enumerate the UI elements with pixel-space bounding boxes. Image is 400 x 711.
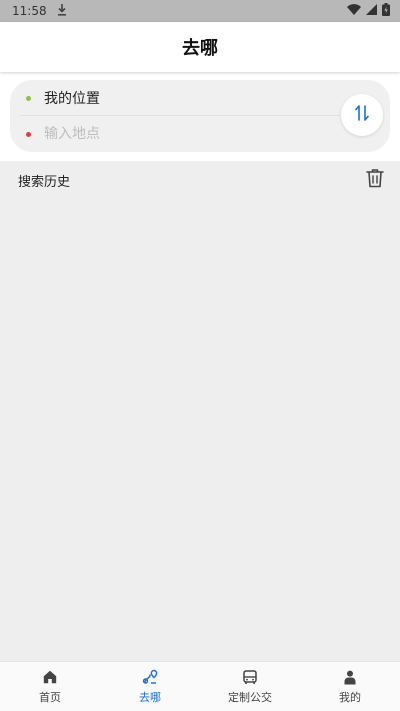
search-history-list [0,199,400,661]
app-header: 去哪 [0,22,400,72]
status-time: 11:58 [12,4,47,18]
destination-dot-icon [26,131,31,137]
status-left: 11:58 [12,3,67,19]
bottom-nav: 首页 去哪 定制公交 我的 [0,661,400,711]
start-dot-icon [26,95,31,101]
nav-item-route[interactable]: 去哪 [100,662,200,711]
nav-item-mine[interactable]: 我的 [300,662,400,711]
nav-label-mine: 我的 [339,691,361,704]
bus-icon [241,668,259,686]
from-location-text: 我的位置 [44,91,100,107]
person-icon [341,668,359,686]
search-history-title: 搜索历史 [18,174,71,190]
nav-item-custom-bus[interactable]: 定制公交 [200,662,300,711]
swap-button[interactable] [341,94,383,136]
route-box: 我的位置 [10,80,390,152]
status-right [347,3,390,19]
search-history-header: 搜索历史 [0,161,400,199]
swap-icon [354,104,370,126]
battery-icon [382,3,390,19]
to-location-row[interactable] [10,116,340,152]
destination-input[interactable] [44,126,304,142]
wifi-icon [347,4,361,18]
clear-history-button[interactable] [364,169,386,191]
home-icon [41,668,59,686]
route-icon [141,668,159,686]
trash-icon [366,168,384,192]
nav-label-home: 首页 [39,691,61,704]
nav-item-home[interactable]: 首页 [0,662,100,711]
nav-label-custom-bus: 定制公交 [228,691,272,704]
status-bar: 11:58 [0,0,400,22]
from-location-row[interactable]: 我的位置 [10,80,340,116]
page-title: 去哪 [182,38,218,59]
nav-label-route: 去哪 [139,691,161,704]
download-icon [57,3,67,19]
route-panel: 我的位置 [0,72,400,161]
cell-signal-icon [366,4,377,18]
